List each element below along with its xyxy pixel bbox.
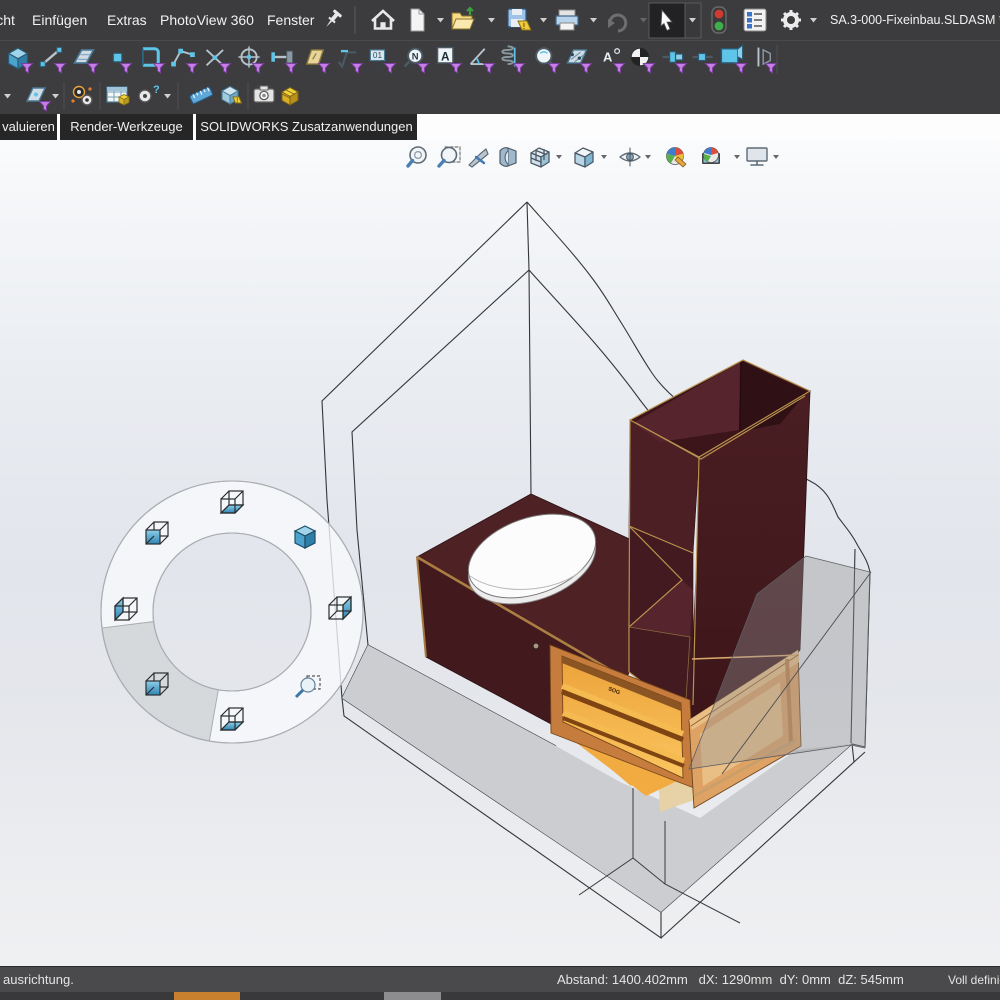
svg-text:N: N xyxy=(412,51,419,62)
svg-text:!: ! xyxy=(523,22,526,31)
svg-text:A: A xyxy=(603,50,613,65)
svg-text:?: ? xyxy=(153,84,160,96)
svg-text:!: ! xyxy=(236,99,238,105)
svg-text:A: A xyxy=(441,50,450,64)
